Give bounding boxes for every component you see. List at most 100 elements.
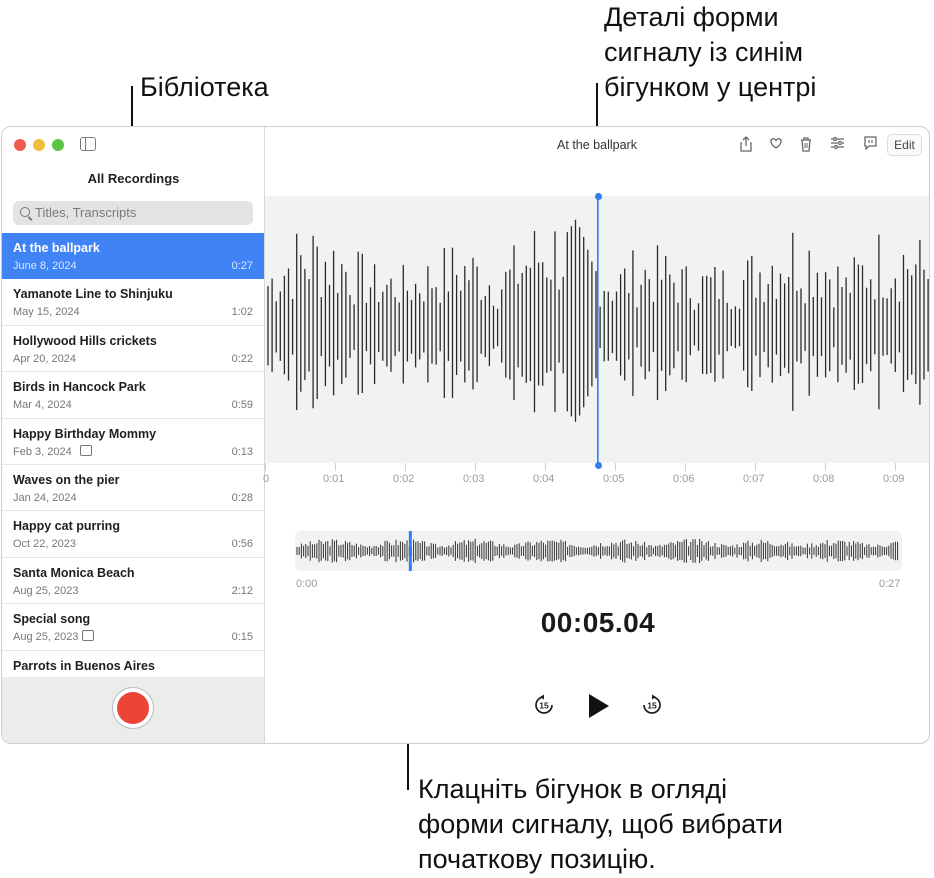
recording-item[interactable]: At the ballpark June 8, 2024 0:27 <box>2 233 264 280</box>
waveform-detail[interactable] <box>265 192 929 463</box>
recording-duration: 0:13 <box>231 445 253 458</box>
share-icon[interactable] <box>737 136 755 155</box>
recording-duration: 0:56 <box>231 538 253 551</box>
ruler-tick-label: 0:04 <box>533 473 555 485</box>
minimize-window-button[interactable] <box>33 139 45 151</box>
recording-item[interactable]: Happy Birthday Mommy Feb 3, 2024 0:13 <box>2 419 264 465</box>
ruler-tick-label: 0:08 <box>813 473 835 485</box>
ruler-tick-mark <box>475 463 476 471</box>
play-button[interactable] <box>586 692 612 725</box>
recording-date: Oct 22, 2023 <box>13 538 76 551</box>
ruler-tick-mark <box>265 463 266 471</box>
search-icon <box>20 207 30 217</box>
recording-item[interactable]: Special song Aug 25, 2023 0:15 <box>2 604 264 651</box>
skip-back-15-icon: 15 <box>535 694 553 714</box>
zoom-window-button[interactable] <box>52 139 64 151</box>
callout-library: Бібліотека <box>140 72 269 102</box>
skip-forward-15-icon: 15 <box>643 694 661 714</box>
skip-back-button[interactable]: 15 <box>533 694 555 721</box>
recording-title: Happy cat purring <box>13 519 120 534</box>
ruler-tick-mark <box>895 463 896 471</box>
sliders-icon[interactable] <box>828 136 846 153</box>
overview-end-label: 0:27 <box>879 578 901 590</box>
recording-title: Santa Monica Beach <box>13 565 135 580</box>
sidebar-footer <box>2 677 264 743</box>
recording-duration: 0:15 <box>231 631 253 644</box>
ruler-tick-mark <box>405 463 406 471</box>
ruler-tick-label: 0:06 <box>673 473 695 485</box>
recording-title: Waves on the pier <box>13 472 120 487</box>
recording-title: Yamanote Line to Shinjuku <box>13 287 173 302</box>
search-input[interactable]: Titles, Transcripts <box>13 201 253 225</box>
ruler-tick-label: 0 <box>263 473 270 485</box>
overview-playhead-handle[interactable] <box>408 529 412 573</box>
playback-time: 00:05.04 <box>540 607 656 638</box>
recording-title: Birds in Hancock Park <box>13 380 146 395</box>
ruler-tick-mark <box>545 463 546 471</box>
recording-title: Hollywood Hills crickets <box>13 333 157 348</box>
skip-back-label: 15 <box>539 701 549 711</box>
ruler-tick-label: 0:09 <box>883 473 905 485</box>
ruler-tick-mark <box>825 463 826 471</box>
transcript-icon[interactable] <box>861 136 879 153</box>
recording-item[interactable]: Yamanote Line to Shinjuku May 15, 2024 1:0… <box>2 279 264 326</box>
transcript-icon <box>80 444 92 456</box>
sidebar-title: All Recordings <box>87 171 180 186</box>
recording-title: Special song <box>13 612 91 627</box>
recording-date: June 8, 2024 <box>13 260 77 272</box>
recording-date: May 15, 2024 <box>13 306 80 319</box>
play-icon <box>589 694 609 718</box>
ruler-tick-label: 0:01 <box>323 473 345 485</box>
recording-item[interactable]: Happy cat purring Oct 22, 2023 0:56 <box>2 511 264 558</box>
heart-icon[interactable] <box>767 136 785 153</box>
waveform-overview[interactable] <box>295 529 902 573</box>
ruler-tick-mark <box>685 463 686 471</box>
main-pane: At the ballpark Edit 0 0:01 0:02 0:03 0:04 0:… <box>263 127 929 743</box>
recording-title: Happy Birthday Mommy <box>13 426 157 441</box>
ruler-tick-label: 0:07 <box>743 473 765 485</box>
recording-date: Aug 25, 2023 <box>13 631 79 644</box>
waveform-detail-graph <box>267 192 929 463</box>
ruler-tick-label: 0:05 <box>603 473 625 485</box>
recording-duration: 0:28 <box>231 491 253 504</box>
waveform-overview-graph <box>296 529 899 573</box>
recordings-list[interactable]: At the ballpark June 8, 2024 0:27 Yamanote … <box>2 233 264 679</box>
ruler-tick-label: 0:02 <box>393 473 415 485</box>
search-placeholder: Titles, Transcripts <box>35 205 137 220</box>
callout-overview-hint: Клацніть бігунок в огляді форми сигналу,… <box>418 774 783 874</box>
recording-duration: 0:22 <box>231 352 253 365</box>
edit-button[interactable]: Edit <box>887 134 922 156</box>
skip-forward-label: 15 <box>647 701 657 711</box>
recording-date: Jan 24, 2024 <box>13 491 77 504</box>
close-window-button[interactable] <box>14 139 26 151</box>
skip-forward-button[interactable]: 15 <box>641 694 663 721</box>
recording-date: Apr 20, 2024 <box>13 352 76 365</box>
recording-item[interactable]: Waves on the pier Jan 24, 2024 0:28 <box>2 465 264 512</box>
ruler-tick-label: 0:03 <box>463 473 485 485</box>
sidebar-toggle-icon[interactable] <box>80 137 96 151</box>
ruler-tick-mark <box>335 463 336 471</box>
playhead-bottom-handle[interactable] <box>594 462 602 469</box>
overview-start-label: 0:00 <box>296 578 318 590</box>
ruler-tick-mark <box>615 463 616 471</box>
recording-date: Aug 25, 2023 <box>13 584 79 597</box>
recording-duration: 1:02 <box>231 306 253 319</box>
recording-date: Mar 4, 2024 <box>13 399 72 412</box>
recording-duration: 0:27 <box>231 260 253 272</box>
ruler-tick-mark <box>755 463 756 471</box>
transcript-icon <box>82 630 94 642</box>
recording-duration: 2:12 <box>231 584 253 597</box>
recording-title: Parrots in Buenos Aires <box>13 658 155 673</box>
recording-item[interactable]: Parrots in Buenos Aires <box>2 651 264 679</box>
sidebar: All Recordings Titles, Transcripts At th… <box>2 127 265 743</box>
playhead-line-top <box>597 193 599 199</box>
recording-item[interactable]: Santa Monica Beach Aug 25, 2023 2:12 <box>2 558 264 605</box>
record-button[interactable] <box>112 687 154 729</box>
trash-icon[interactable] <box>797 136 815 155</box>
recording-duration: 0:59 <box>231 399 253 412</box>
callout-waveform-detail: Деталі форми сигналу із синім бігунком у… <box>604 2 817 102</box>
recording-item[interactable]: Birds in Hancock Park Mar 4, 2024 0:59 <box>2 372 264 419</box>
voice-memos-window: All Recordings Titles, Transcripts At th… <box>1 126 930 744</box>
recording-item[interactable]: Hollywood Hills crickets Apr 20, 2024 0:22 <box>2 326 264 373</box>
recording-date: Feb 3, 2024 <box>13 445 72 458</box>
